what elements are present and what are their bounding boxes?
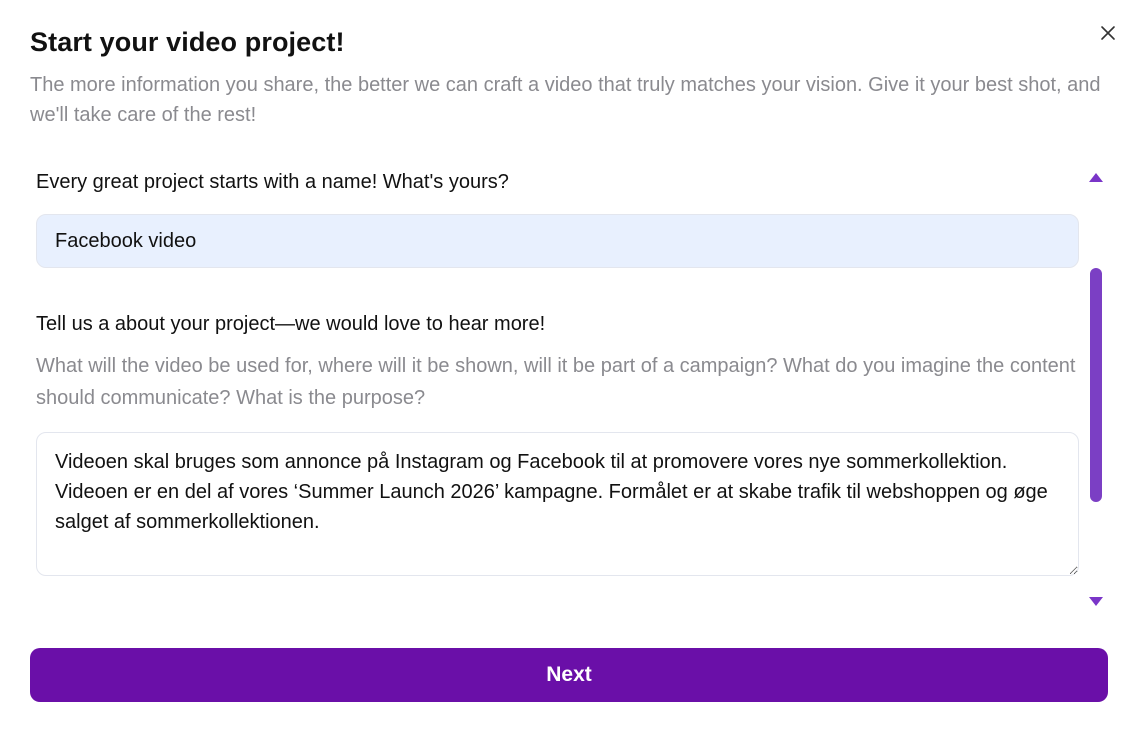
- project-about-help: What will the video be used for, where w…: [36, 355, 1076, 409]
- close-button[interactable]: [1096, 21, 1120, 45]
- scroll-up-icon[interactable]: [1089, 173, 1103, 182]
- project-dialog: Start your video project! The more infor…: [0, 0, 1143, 732]
- project-about-textarea[interactable]: Videoen skal bruges som annonce på Insta…: [36, 432, 1079, 576]
- form-scroll-area: Every great project starts with a name! …: [30, 158, 1085, 598]
- project-about-label: Tell us a about your project—we would lo…: [36, 313, 546, 335]
- project-name-label: Every great project starts with a name! …: [36, 171, 509, 193]
- form-scrollbar[interactable]: [1086, 168, 1106, 608]
- scrollbar-thumb[interactable]: [1090, 268, 1102, 502]
- dialog-subtitle: The more information you share, the bett…: [30, 74, 1101, 126]
- dialog-title: Start your video project!: [30, 27, 345, 57]
- close-icon: [1096, 21, 1120, 45]
- project-name-input[interactable]: [36, 214, 1079, 268]
- scroll-down-icon[interactable]: [1089, 597, 1103, 606]
- next-button[interactable]: Next: [30, 648, 1108, 702]
